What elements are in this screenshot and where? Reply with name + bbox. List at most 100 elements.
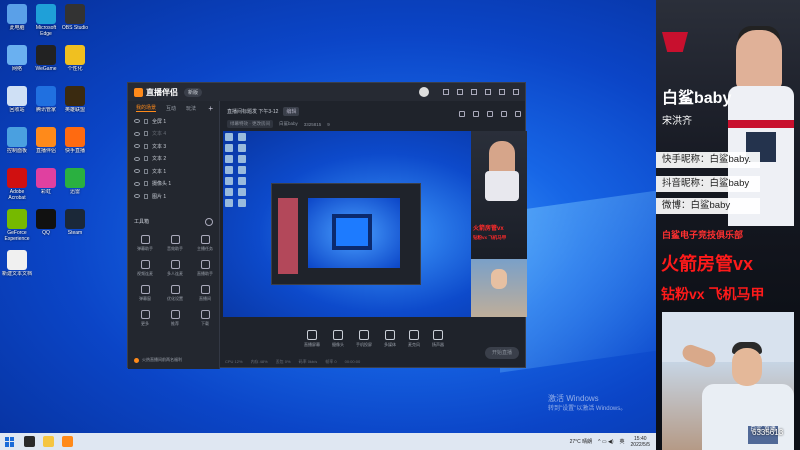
stream-preview[interactable]: 火箭房管vx 钻粉vx 飞机马甲 xyxy=(223,131,527,317)
lock-icon[interactable] xyxy=(144,156,148,162)
toolbox-item[interactable]: 优化设置 xyxy=(160,284,190,302)
tab-interact[interactable]: 互动 xyxy=(166,105,176,112)
source-button[interactable]: 摄像头 xyxy=(332,330,344,348)
close-button[interactable] xyxy=(513,89,519,95)
toolbox-item[interactable]: 更多 xyxy=(130,309,160,327)
desktop-icon[interactable]: 个性化 xyxy=(60,41,90,78)
lock-icon[interactable] xyxy=(144,131,148,137)
source-button[interactable]: 直播屏幕 xyxy=(304,330,320,348)
desktop-icon[interactable]: OBS Studio xyxy=(60,0,90,37)
toolbox-item[interactable]: 多人连麦 xyxy=(160,259,190,277)
start-live-button[interactable]: 开始直播 xyxy=(485,347,519,359)
desktop-icon[interactable]: WeGame xyxy=(31,41,61,78)
visibility-icon[interactable] xyxy=(134,156,140,161)
toolbox-item[interactable]: 视频连麦 xyxy=(130,259,160,277)
record-icon[interactable] xyxy=(473,111,479,117)
tab-my-scenes[interactable]: 我的场景 xyxy=(136,104,157,112)
visibility-icon[interactable] xyxy=(134,131,140,136)
watermark-subtitle: 转到"设置"以激活 Windows。 xyxy=(548,406,627,412)
menu-icon[interactable] xyxy=(471,89,477,95)
toolbox-item[interactable]: 主播任务 xyxy=(190,234,220,252)
desktop-icon-label: OBS Studio xyxy=(61,25,89,31)
tray-icons[interactable]: ^ ▭ ◀) xyxy=(598,439,613,445)
window-titlebar[interactable]: 直播伴侣 新版 xyxy=(128,83,525,101)
toolbox-item[interactable]: 音效助手 xyxy=(160,234,190,252)
desktop-icon[interactable]: 快手直播 xyxy=(60,123,90,160)
layer-row[interactable]: 全屏 1 xyxy=(128,115,219,128)
preview-overlay-panel: 火箭房管vx 钻粉vx 飞机马甲 xyxy=(471,131,527,317)
desktop-icon[interactable]: 回收站 xyxy=(2,82,32,119)
lock-icon[interactable] xyxy=(144,118,148,124)
desktop-icon[interactable]: 网络 xyxy=(2,41,32,78)
edit-title-button[interactable]: 编辑 xyxy=(283,107,300,116)
layout-icon[interactable] xyxy=(459,111,465,117)
layer-row[interactable]: 文本 2 xyxy=(128,153,219,166)
desktop-icon-label: 此电脑 xyxy=(9,25,25,31)
lock-icon[interactable] xyxy=(144,181,148,187)
minimize-button[interactable] xyxy=(485,89,491,95)
live-companion-window[interactable]: 直播伴侣 新版 我的场景 互动 玩法 + 全屏 1 文本 4 文本 3 文本 2 文本 … xyxy=(127,82,527,369)
settings-icon[interactable] xyxy=(457,89,463,95)
desktop-icon[interactable]: 控制面板 xyxy=(2,123,32,160)
preview-desktop-icons xyxy=(225,133,249,207)
start-button[interactable] xyxy=(5,436,15,447)
lock-icon[interactable] xyxy=(144,143,148,149)
clock[interactable]: 15:40 2022/5/5 xyxy=(631,436,650,448)
visibility-icon[interactable] xyxy=(134,144,140,149)
visibility-icon[interactable] xyxy=(134,181,140,186)
toolbox-item[interactable]: 推荐 xyxy=(160,309,190,327)
sidebar-notice[interactable]: 火热直播间前两名福利 xyxy=(134,357,182,363)
desktop-icon[interactable]: 直播伴侣 xyxy=(31,123,61,160)
layer-label: 文本 4 xyxy=(152,131,167,138)
toolbox-item[interactable]: 直播助手 xyxy=(190,259,220,277)
desktop-icon[interactable]: Adobe Acrobat xyxy=(2,164,32,201)
desktop-icon[interactable]: 英雄联盟 xyxy=(60,82,90,119)
source-button[interactable]: 麦克风 xyxy=(408,330,420,348)
toolbox-settings-icon[interactable] xyxy=(205,217,213,226)
layer-row[interactable]: 图片 1 xyxy=(128,190,219,203)
lock-icon[interactable] xyxy=(144,193,148,199)
desktop-icon[interactable]: 新建文本文档 xyxy=(2,246,32,283)
user-avatar[interactable] xyxy=(419,87,429,97)
toolbox-item[interactable]: 弹幕助手 xyxy=(130,234,160,252)
desktop-icon[interactable]: 彩虹 xyxy=(31,164,61,201)
maximize-button[interactable] xyxy=(499,89,505,95)
tab-play[interactable]: 玩法 xyxy=(186,105,196,112)
tool-icon xyxy=(200,259,210,269)
desktop-icon[interactable]: 此电脑 xyxy=(2,0,32,37)
taskbar-app-explorer[interactable] xyxy=(43,436,54,447)
source-button[interactable]: 多媒体 xyxy=(384,330,396,348)
version-badge[interactable]: 新版 xyxy=(184,87,203,97)
layer-row[interactable]: 文本 3 xyxy=(128,140,219,153)
message-icon[interactable] xyxy=(443,89,449,95)
toolbox-item[interactable]: 下载 xyxy=(190,309,220,327)
source-button[interactable]: 扬声器 xyxy=(432,330,444,348)
visibility-icon[interactable] xyxy=(134,194,140,199)
taskbar-app-companion[interactable] xyxy=(62,436,73,447)
share-icon[interactable] xyxy=(515,111,521,117)
desktop-icon[interactable]: Microsoft Edge xyxy=(31,0,61,37)
desktop-icon[interactable]: GeForce Experience xyxy=(2,205,32,242)
input-language[interactable]: 英 xyxy=(620,438,625,445)
fullscreen-icon[interactable] xyxy=(501,111,507,117)
desktop-icon[interactable]: Steam xyxy=(60,205,90,242)
desktop-icon[interactable]: 腾讯管家 xyxy=(31,82,61,119)
desktop-icon-label: Microsoft Edge xyxy=(35,25,57,37)
toolbox-item[interactable]: 直播间 xyxy=(190,284,220,302)
room-effects-pill[interactable]: 绿幕特效 · 更改房间 xyxy=(227,120,273,128)
source-button[interactable]: 手机投屏 xyxy=(356,330,372,348)
layer-row[interactable]: 文本 1 xyxy=(128,165,219,178)
visibility-icon[interactable] xyxy=(134,169,140,174)
toolbox-item[interactable]: 弹幕窗 xyxy=(130,284,160,302)
screenshot-icon[interactable] xyxy=(487,111,493,117)
visibility-icon[interactable] xyxy=(134,119,140,124)
layer-row[interactable]: 摄像头 1 xyxy=(128,178,219,191)
weather-widget[interactable]: 27°C 晴朗 xyxy=(570,438,593,445)
desktop-icon[interactable]: QQ xyxy=(31,205,61,242)
lock-icon[interactable] xyxy=(144,168,148,174)
taskbar-app-search[interactable] xyxy=(24,436,35,447)
add-scene-icon[interactable]: + xyxy=(208,104,213,113)
desktop-icon[interactable]: 迅雷 xyxy=(60,164,90,201)
tool-icon xyxy=(200,284,210,294)
layer-row[interactable]: 文本 4 xyxy=(128,128,219,141)
